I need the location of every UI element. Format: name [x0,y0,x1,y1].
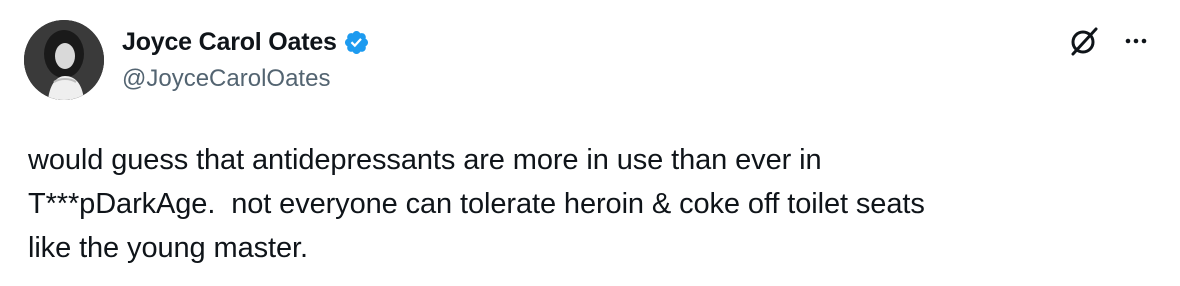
avatar-portrait-icon [24,20,104,100]
tweet-text: would guess that antidepressants are mor… [28,138,1148,270]
author-handle[interactable]: @JoyceCarolOates [122,65,330,93]
author-avatar[interactable] [24,20,104,100]
tweet-text-line: like the young master. [28,232,308,264]
tweet-card: Joyce Carol Oates @JoyceCarolOates would… [0,0,1180,286]
more-options-icon [1125,38,1147,44]
tweet-text-line: T***pDarkAge. not everyone can tolerate … [28,188,925,220]
tweet-text-line: would guess that antidepressants are mor… [28,144,822,176]
more-options-button[interactable] [1118,23,1154,59]
grok-button[interactable] [1066,23,1102,59]
author-name-row: Joyce Carol Oates [122,25,370,59]
grok-icon [1071,27,1098,56]
author-display-name[interactable]: Joyce Carol Oates [122,28,337,57]
verified-badge-icon[interactable] [343,29,370,56]
